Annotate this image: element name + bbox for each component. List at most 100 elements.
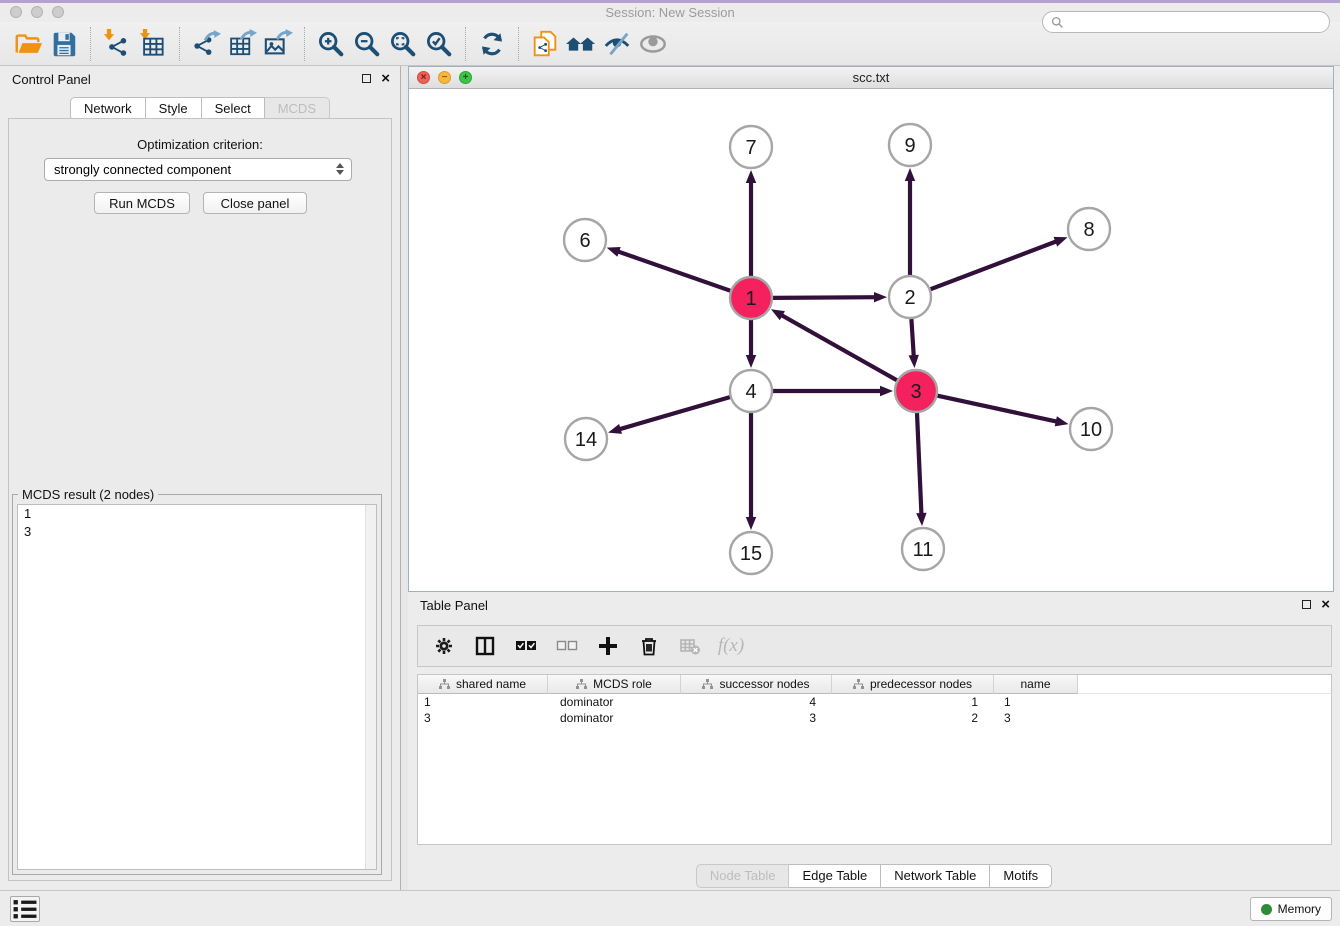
panel-splitter[interactable] (401, 66, 408, 890)
table-panel-close-icon[interactable]: × (1321, 599, 1330, 610)
result-scrollbar[interactable] (365, 505, 376, 869)
control-panel-float-icon[interactable] (362, 74, 371, 83)
tab-node-table[interactable]: Node Table (696, 864, 790, 888)
table-cell[interactable]: 2 (832, 710, 994, 726)
graph-edge-arrow (916, 513, 926, 526)
search-box[interactable] (1042, 11, 1330, 33)
network-canvas[interactable]: 7968124314101511 (409, 89, 1333, 591)
table-cell[interactable]: 3 (418, 710, 548, 726)
table-cell[interactable]: 1 (418, 694, 548, 710)
graph-edge-arrow (607, 247, 621, 257)
open-session-icon[interactable] (10, 26, 46, 62)
save-session-icon[interactable] (46, 26, 82, 62)
graph-node-label: 4 (745, 381, 756, 403)
hierarchy-icon (702, 679, 713, 690)
import-network-icon[interactable] (99, 26, 135, 62)
table-settings-icon[interactable] (432, 634, 456, 658)
refresh-view-icon[interactable] (474, 26, 510, 62)
graph-edge-3-1[interactable] (778, 313, 897, 380)
export-table-icon[interactable] (224, 26, 260, 62)
function-fx-label: f(x) (718, 635, 744, 657)
table-cell[interactable]: 4 (681, 694, 832, 710)
search-input[interactable] (1069, 15, 1321, 29)
zoom-in-icon[interactable] (313, 26, 349, 62)
graph-edge-arrow (874, 292, 887, 302)
column-header-label: predecessor nodes (870, 677, 972, 691)
network-graph: 7968124314101511 (409, 89, 1333, 591)
clone-network-icon[interactable] (527, 26, 563, 62)
column-header-shared-name[interactable]: shared name (418, 675, 548, 694)
column-header-successor-nodes[interactable]: successor nodes (681, 675, 832, 694)
delete-table-icon (678, 634, 702, 658)
graph-edge-arrow (1055, 416, 1069, 426)
export-network-icon[interactable] (188, 26, 224, 62)
column-header-name[interactable]: name (994, 675, 1078, 694)
graph-edge-2-3[interactable] (911, 319, 914, 360)
zoom-selected-icon[interactable] (421, 26, 457, 62)
add-column-icon[interactable] (596, 634, 620, 658)
zoom-out-icon[interactable] (349, 26, 385, 62)
criterion-dropdown-value: strongly connected component (54, 162, 231, 177)
table-tabs: Node TableEdge TableNetwork TableMotifs (408, 864, 1340, 888)
deselect-all-icon[interactable] (555, 634, 579, 658)
toggle-column-icon[interactable] (473, 634, 497, 658)
table-cell[interactable]: 3 (994, 710, 1078, 726)
graph-edge-arrow (909, 355, 919, 368)
graph-edge-arrow (771, 309, 785, 320)
table-cell[interactable]: 3 (681, 710, 832, 726)
control-panel: Control Panel × NetworkStyleSelectMCDS O… (0, 66, 401, 890)
show-graphics-details-icon[interactable] (635, 26, 671, 62)
graph-edge-2-8[interactable] (931, 240, 1060, 289)
tab-edge-table[interactable]: Edge Table (789, 864, 881, 888)
graph-edge-3-10[interactable] (938, 396, 1061, 423)
mcds-result-list[interactable]: 13 (17, 504, 377, 870)
control-panel-title: Control Panel (12, 72, 91, 87)
zoom-fit-icon[interactable] (385, 26, 421, 62)
hide-panels-icon[interactable] (599, 26, 635, 62)
graph-edge-arrow (608, 424, 622, 434)
table-row[interactable]: 3dominator323 (418, 710, 1331, 726)
hierarchy-icon (576, 679, 587, 690)
header-filler (1078, 675, 1331, 694)
network-window-title: scc.txt (409, 70, 1333, 85)
toolbar-separator (518, 27, 519, 61)
memory-button[interactable]: Memory (1250, 897, 1332, 921)
column-header-label: successor nodes (719, 677, 809, 691)
tab-motifs[interactable]: Motifs (990, 864, 1052, 888)
graph-edge-4-14[interactable] (616, 397, 730, 430)
table-cell[interactable]: 1 (832, 694, 994, 710)
mcds-panel: Optimization criterion: strongly connect… (8, 118, 392, 881)
table-toolbar: f(x) (417, 625, 1332, 667)
graph-edge-1-6[interactable] (614, 250, 730, 291)
run-mcds-button[interactable]: Run MCDS (94, 192, 190, 214)
select-all-icon[interactable] (514, 634, 538, 658)
network-window-titlebar[interactable]: × − + scc.txt (409, 67, 1333, 89)
export-image-icon[interactable] (260, 26, 296, 62)
column-header-label: name (1020, 677, 1050, 691)
criterion-dropdown[interactable]: strongly connected component (44, 158, 352, 181)
graph-node-label: 3 (910, 381, 921, 403)
task-history-button[interactable] (10, 896, 40, 922)
mcds-result-group: MCDS result (2 nodes) 13 (12, 494, 382, 875)
first-neighbors-icon[interactable] (563, 26, 599, 62)
table-cell[interactable]: dominator (548, 694, 681, 710)
table-row[interactable]: 1dominator411 (418, 694, 1331, 710)
tab-network-table[interactable]: Network Table (881, 864, 990, 888)
import-table-icon[interactable] (135, 26, 171, 62)
close-panel-button[interactable]: Close panel (203, 192, 307, 214)
table-panel-float-icon[interactable] (1302, 600, 1311, 609)
control-panel-close-icon[interactable]: × (381, 73, 390, 84)
graph-node-label: 2 (904, 287, 915, 309)
memory-status-dot (1261, 904, 1272, 915)
graph-edge-3-11[interactable] (917, 413, 922, 518)
graph-node-label: 6 (579, 230, 590, 252)
column-header-MCDS-role[interactable]: MCDS role (548, 675, 681, 694)
graph-edge-arrow (746, 517, 756, 530)
graph-edge-1-2[interactable] (773, 297, 879, 298)
graph-node-label: 10 (1080, 419, 1102, 441)
delete-column-icon[interactable] (637, 634, 661, 658)
column-header-predecessor-nodes[interactable]: predecessor nodes (832, 675, 994, 694)
table-cell[interactable]: 1 (994, 694, 1078, 710)
hierarchy-icon (853, 679, 864, 690)
table-cell[interactable]: dominator (548, 710, 681, 726)
